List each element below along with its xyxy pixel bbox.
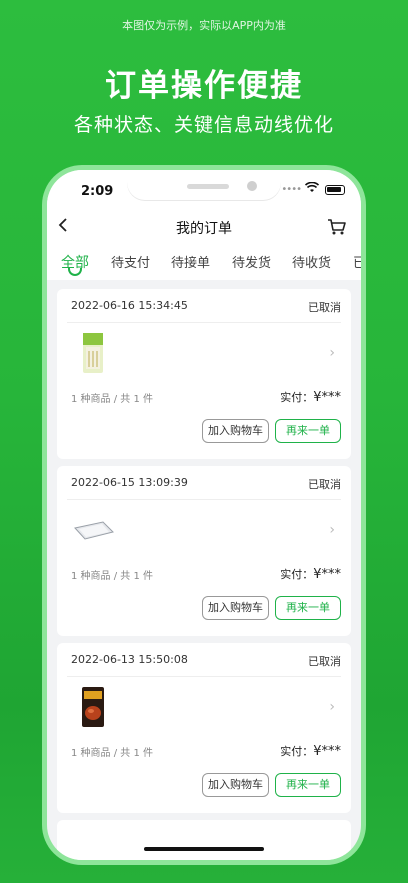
phone-screen: 2:09 •••• 我的订单 全部 待支付 待接单 待发货 待收货 已 2022… [47, 170, 361, 860]
wifi-icon [304, 181, 320, 196]
tab-pending-payment[interactable]: 待支付 [111, 252, 150, 271]
reorder-button[interactable]: 再来一单 [275, 419, 341, 443]
paid-label: 实付： [280, 745, 314, 758]
phone-frame: 2:09 •••• 我的订单 全部 待支付 待接单 待发货 待收货 已 2022… [42, 165, 366, 865]
divider [67, 499, 341, 500]
order-item-count: 1 种商品 / 共 1 件 [71, 571, 153, 582]
order-paid: 实付：¥*** [280, 566, 341, 582]
order-item-count: 1 种商品 / 共 1 件 [71, 748, 153, 759]
order-date: 2022-06-16 15:34:45 [71, 299, 188, 312]
reorder-button[interactable]: 再来一单 [275, 596, 341, 620]
status-bar: 2:09 •••• [47, 170, 361, 210]
status-time: 2:09 [81, 184, 114, 199]
nav-bar: 我的订单 [47, 210, 361, 244]
home-indicator[interactable] [144, 847, 264, 851]
promo-disclaimer: 本图仅为示例，实际以APP内为准 [122, 19, 286, 32]
order-paid: 实付：¥*** [280, 743, 341, 759]
order-card-partial[interactable] [57, 820, 351, 860]
paid-value: ¥*** [313, 567, 341, 582]
tab-cancelled[interactable]: 已 [353, 252, 361, 271]
notch [127, 170, 281, 200]
promo-headline: 订单操作便捷 [105, 68, 303, 104]
signal-icon: •••• [281, 184, 302, 195]
order-status: 已取消 [308, 301, 341, 314]
chevron-right-icon[interactable]: › [329, 699, 335, 715]
add-to-cart-button[interactable]: 加入购物车 [202, 596, 269, 620]
order-item-count: 1 种商品 / 共 1 件 [71, 394, 153, 405]
chevron-right-icon[interactable]: › [329, 345, 335, 361]
order-card[interactable]: 2022-06-13 15:50:08 已取消 › 1 种商品 / 共 1 件 … [57, 643, 351, 813]
order-date: 2022-06-15 13:09:39 [71, 476, 188, 489]
promo-subline: 各种状态、关键信息动线优化 [73, 114, 334, 136]
page-title: 我的订单 [176, 221, 232, 237]
noodle-package-icon [83, 333, 103, 373]
divider [67, 676, 341, 677]
speaker [187, 184, 229, 189]
active-tab-indicator [68, 268, 82, 276]
battery-icon [325, 185, 345, 195]
order-tabs: 全部 待支付 待接单 待发货 待收货 已 [47, 244, 361, 280]
order-paid: 实付：¥*** [280, 389, 341, 405]
cart-icon[interactable] [327, 218, 347, 236]
tab-pending-ship[interactable]: 待发货 [232, 252, 271, 271]
reorder-button[interactable]: 再来一单 [275, 773, 341, 797]
paid-value: ¥*** [313, 744, 341, 759]
order-date: 2022-06-13 15:50:08 [71, 653, 188, 666]
snack-bag-icon [82, 687, 104, 727]
paid-label: 实付： [280, 568, 314, 581]
order-status: 已取消 [308, 478, 341, 491]
paid-value: ¥*** [313, 390, 341, 405]
tab-pending-accept[interactable]: 待接单 [171, 252, 210, 271]
add-to-cart-button[interactable]: 加入购物车 [202, 419, 269, 443]
divider [67, 322, 341, 323]
order-status: 已取消 [308, 655, 341, 668]
order-card[interactable]: 2022-06-16 15:34:45 已取消 › 1 种商品 / 共 1 件 … [57, 289, 351, 459]
add-to-cart-button[interactable]: 加入购物车 [202, 773, 269, 797]
chevron-right-icon[interactable]: › [329, 522, 335, 538]
order-card[interactable]: 2022-06-15 13:09:39 已取消 › 1 种商品 / 共 1 件 … [57, 466, 351, 636]
tab-pending-receive[interactable]: 待收货 [292, 252, 331, 271]
camera [247, 181, 257, 191]
paid-label: 实付： [280, 391, 314, 404]
tray-icon [74, 521, 114, 540]
